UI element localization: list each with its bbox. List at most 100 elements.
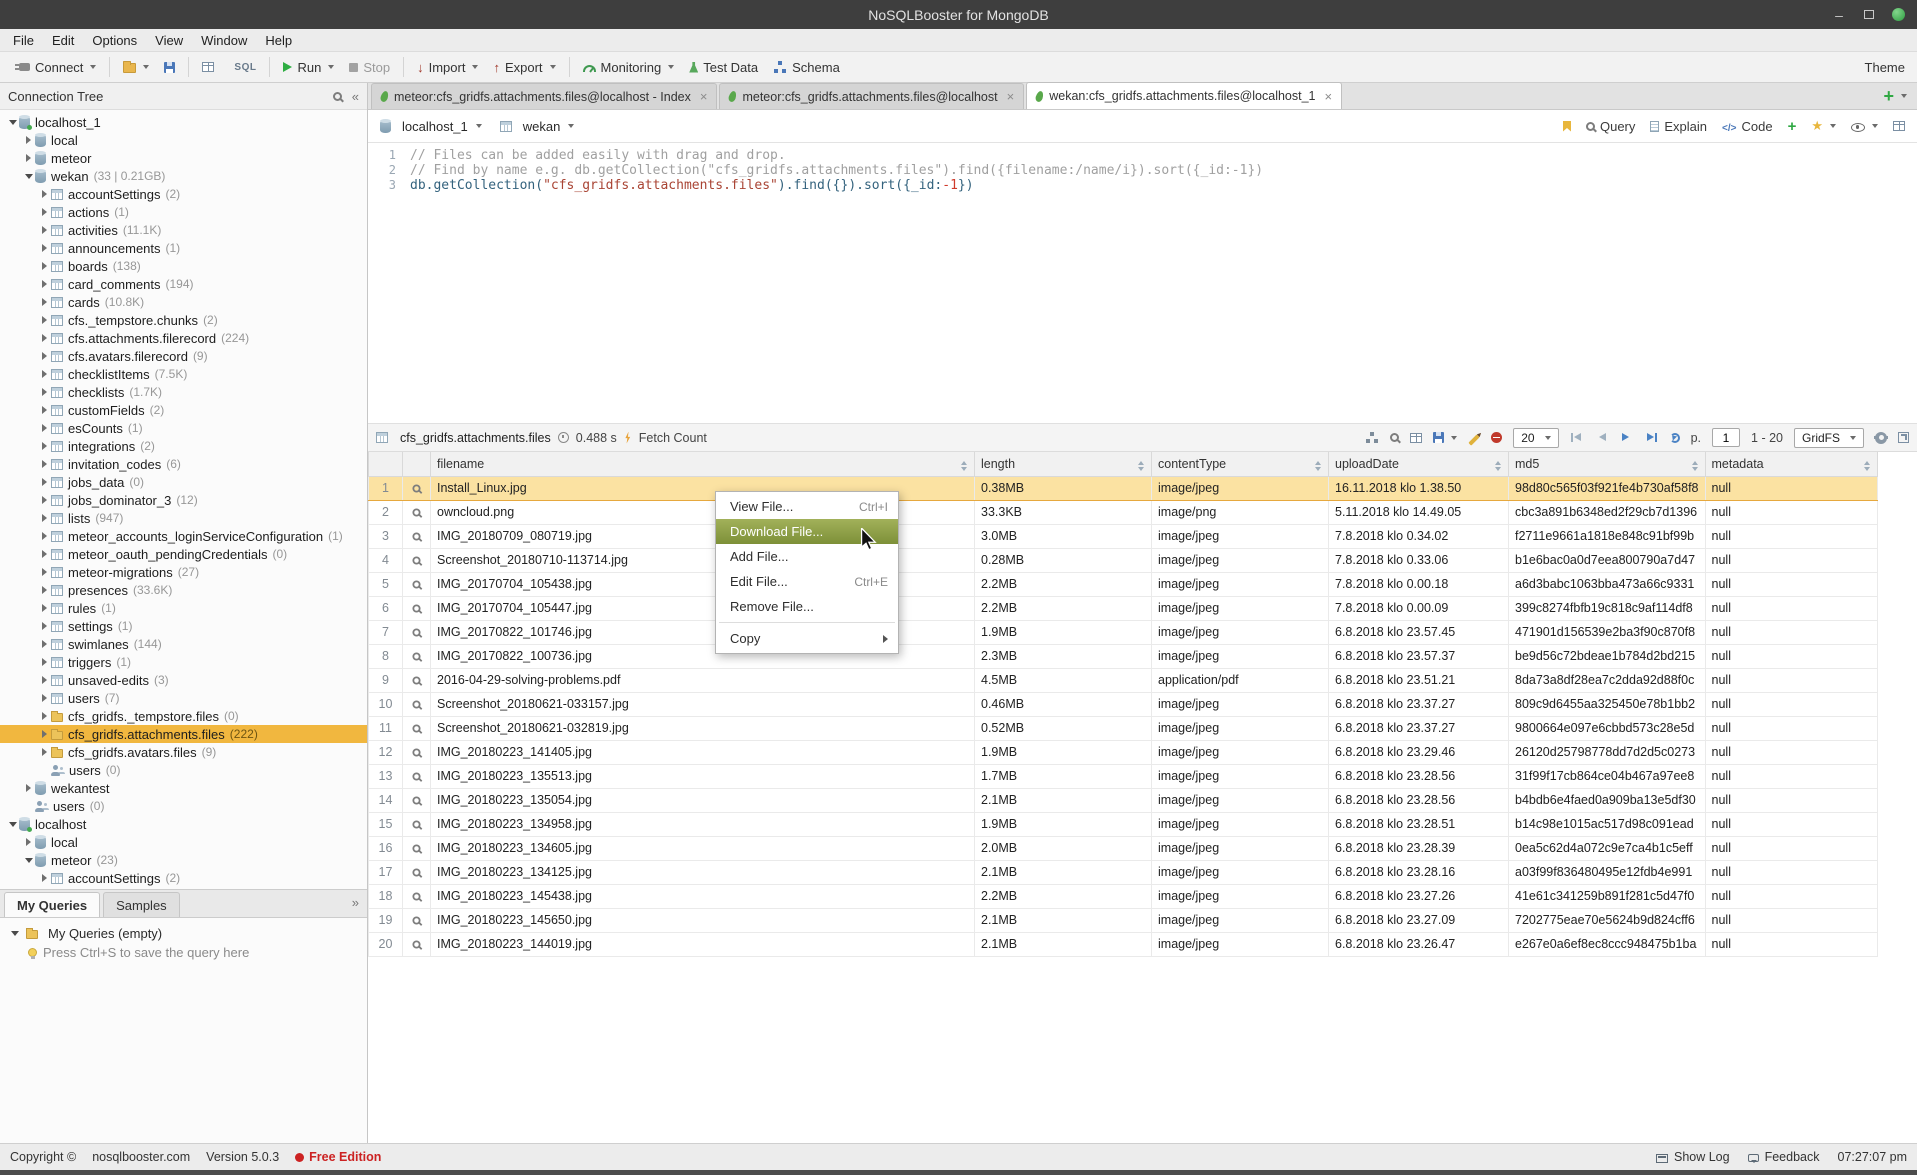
preview-icon[interactable] xyxy=(412,508,420,516)
expand-icon[interactable] xyxy=(1898,432,1909,443)
page-size-select[interactable]: 20 xyxy=(1513,428,1558,448)
run-button[interactable]: Run xyxy=(276,56,341,79)
tree-item[interactable]: boards(138) xyxy=(0,257,367,275)
new-tab-button[interactable] xyxy=(1883,87,1894,105)
tree-expand-arrow[interactable] xyxy=(38,730,51,738)
tree-expand-arrow[interactable] xyxy=(38,496,51,504)
tree-item[interactable]: users(0) xyxy=(0,797,367,815)
tab[interactable]: meteor:cfs_gridfs.attachments.files@loca… xyxy=(371,83,717,109)
table-row[interactable]: 18IMG_20180223_145438.jpg2.2MBimage/jpeg… xyxy=(369,884,1878,908)
column-header-filename[interactable]: filename xyxy=(431,452,975,476)
tree-expand-arrow[interactable] xyxy=(22,136,35,144)
table-row[interactable]: 5IMG_20170704_105438.jpg2.2MBimage/jpeg7… xyxy=(369,572,1878,596)
table-row[interactable]: 92016-04-29-solving-problems.pdf4.5MBapp… xyxy=(369,668,1878,692)
database-selector[interactable]: wekan xyxy=(500,119,575,134)
open-recent-button[interactable] xyxy=(116,57,156,77)
table-row[interactable]: 15IMG_20180223_134958.jpg1.9MBimage/jpeg… xyxy=(369,812,1878,836)
column-header-uploadDate[interactable]: uploadDate xyxy=(1329,452,1509,476)
table-row[interactable]: 17IMG_20180223_134125.jpg2.1MBimage/jpeg… xyxy=(369,860,1878,884)
column-header-metadata[interactable]: metadata xyxy=(1705,452,1877,476)
tree-expand-arrow[interactable] xyxy=(38,208,51,216)
tree-item[interactable]: activities(11.1K) xyxy=(0,221,367,239)
table-row[interactable]: 4Screenshot_20180710-113714.jpg0.28MBima… xyxy=(369,548,1878,572)
table-row[interactable]: 2owncloud.png33.3KBimage/png5.11.2018 kl… xyxy=(369,500,1878,524)
preview-icon[interactable] xyxy=(412,724,420,732)
preview-icon[interactable] xyxy=(412,916,420,924)
tree-item[interactable]: unsaved-edits(3) xyxy=(0,671,367,689)
tree-item[interactable]: jobs_data(0) xyxy=(0,473,367,491)
tree-expand-arrow[interactable] xyxy=(38,442,51,450)
tree-item[interactable]: meteor_oauth_pendingCredentials(0) xyxy=(0,545,367,563)
tree-item[interactable]: jobs_dominator_3(12) xyxy=(0,491,367,509)
tree-item[interactable]: cfs_gridfs._tempstore.files(0) xyxy=(0,707,367,725)
tree-expand-arrow[interactable] xyxy=(38,604,51,612)
tree-expand-arrow[interactable] xyxy=(38,298,51,306)
tree-item[interactable]: announcements(1) xyxy=(0,239,367,257)
tree-item[interactable]: integrations(2) xyxy=(0,437,367,455)
fetch-count-button[interactable]: Fetch Count xyxy=(639,431,707,445)
preview-icon[interactable] xyxy=(412,676,420,684)
layout-button[interactable] xyxy=(1893,121,1905,131)
context-menu-item[interactable]: Copy xyxy=(716,626,898,651)
tree-expand-arrow[interactable] xyxy=(38,622,51,630)
table-row[interactable]: 16IMG_20180223_134605.jpg2.0MBimage/jpeg… xyxy=(369,836,1878,860)
table-row[interactable]: 14IMG_20180223_135054.jpg2.1MBimage/jpeg… xyxy=(369,788,1878,812)
column-header-contentType[interactable]: contentType xyxy=(1152,452,1329,476)
tree-item[interactable]: esCounts(1) xyxy=(0,419,367,437)
export-button[interactable]: Export xyxy=(486,56,562,79)
context-menu-item[interactable]: View File...Ctrl+I xyxy=(716,494,898,519)
stop-button[interactable]: Stop xyxy=(342,56,397,79)
preview-icon[interactable] xyxy=(412,700,420,708)
tree-expand-arrow[interactable] xyxy=(22,784,35,792)
tree-expand-arrow[interactable] xyxy=(38,370,51,378)
tree-expand-arrow[interactable] xyxy=(38,694,51,702)
tree-expand-arrow[interactable] xyxy=(38,388,51,396)
table-row[interactable]: 6IMG_20170704_105447.jpg2.2MBimage/jpeg7… xyxy=(369,596,1878,620)
show-log-button[interactable]: Show Log xyxy=(1656,1150,1730,1164)
preview-icon[interactable] xyxy=(412,556,420,564)
tree-expand-arrow[interactable] xyxy=(38,532,51,540)
preview-icon[interactable] xyxy=(412,628,420,636)
tree-expand-arrow[interactable] xyxy=(38,712,51,720)
tree-expand-arrow[interactable] xyxy=(38,262,51,270)
next-page-button[interactable] xyxy=(1620,431,1633,444)
tree-item[interactable]: checklists(1.7K) xyxy=(0,383,367,401)
table-row[interactable]: 20IMG_20180223_144019.jpg2.1MBimage/jpeg… xyxy=(369,932,1878,956)
context-menu-item[interactable]: Remove File... xyxy=(716,594,898,619)
tree-item[interactable]: accountSettings(2) xyxy=(0,185,367,203)
menu-item-help[interactable]: Help xyxy=(256,31,301,50)
tree-expand-arrow[interactable] xyxy=(38,226,51,234)
preview-icon[interactable] xyxy=(412,580,420,588)
preview-icon[interactable] xyxy=(412,844,420,852)
tree-item-selected[interactable]: cfs_gridfs.attachments.files(222) xyxy=(0,725,367,743)
tree-collapse-arrow[interactable] xyxy=(22,174,35,179)
tree-collapse-arrow[interactable] xyxy=(22,858,35,863)
tree-item[interactable]: swimlanes(144) xyxy=(0,635,367,653)
tree-collapse-arrow[interactable] xyxy=(6,120,19,125)
page-input[interactable] xyxy=(1712,428,1740,447)
tree-expand-arrow[interactable] xyxy=(38,352,51,360)
tree-expand-arrow[interactable] xyxy=(38,316,51,324)
tree-item[interactable]: meteor-migrations(27) xyxy=(0,563,367,581)
tree-item[interactable]: cards(10.8K) xyxy=(0,293,367,311)
preview-icon[interactable] xyxy=(412,892,420,900)
sort-icon[interactable] xyxy=(1864,461,1871,471)
tree-view-button[interactable] xyxy=(1366,432,1379,443)
tree-item[interactable]: users(7) xyxy=(0,689,367,707)
table-row[interactable]: 8IMG_20170822_100736.jpg2.3MBimage/jpeg6… xyxy=(369,644,1878,668)
feedback-button[interactable]: Feedback xyxy=(1748,1150,1820,1164)
tree-expand-arrow[interactable] xyxy=(38,568,51,576)
tree-expand-arrow[interactable] xyxy=(38,244,51,252)
tree-expand-arrow[interactable] xyxy=(38,334,51,342)
tree-expand-arrow[interactable] xyxy=(38,658,51,666)
first-page-button[interactable] xyxy=(1570,431,1583,444)
remove-document-button[interactable] xyxy=(1491,432,1502,443)
table-row[interactable]: 7IMG_20170822_101746.jpg1.9MBimage/jpeg6… xyxy=(369,620,1878,644)
monitoring-button[interactable]: Monitoring xyxy=(576,56,682,79)
tree-expand-arrow[interactable] xyxy=(38,424,51,432)
tree-item[interactable]: rules(1) xyxy=(0,599,367,617)
connection-selector[interactable]: localhost_1 xyxy=(380,119,482,134)
tab-active[interactable]: wekan:cfs_gridfs.attachments.files@local… xyxy=(1026,82,1342,109)
theme-button[interactable]: Theme xyxy=(1865,60,1909,75)
preview-icon[interactable] xyxy=(412,940,420,948)
